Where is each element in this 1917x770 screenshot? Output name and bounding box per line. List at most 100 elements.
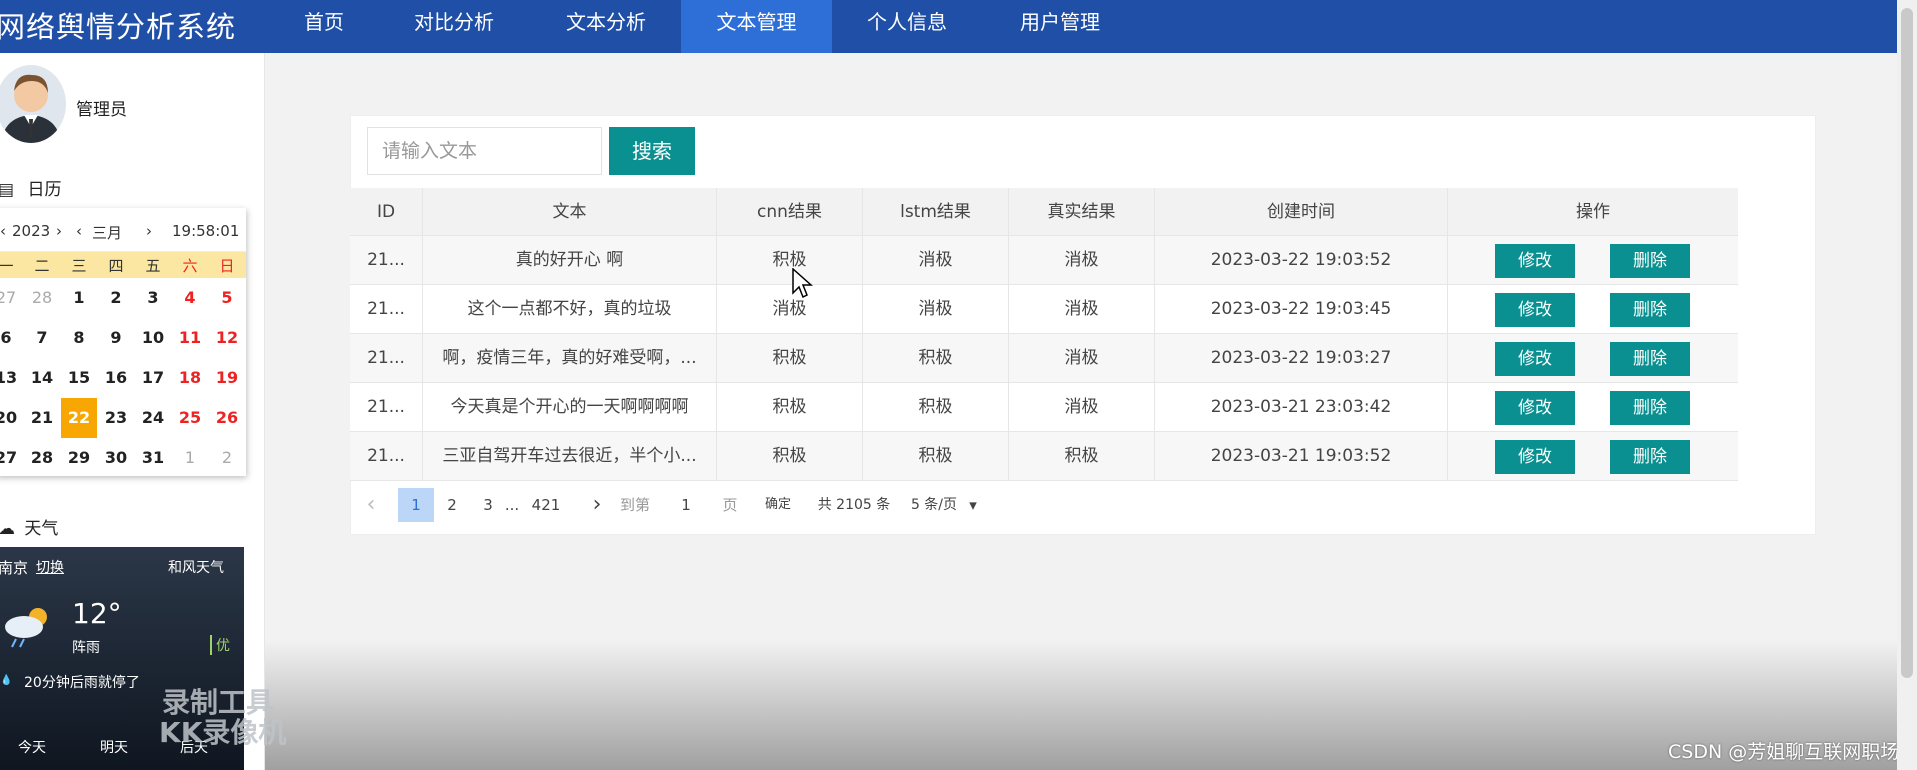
calendar-day[interactable]: 26 — [209, 408, 245, 427]
scrollbar-thumb[interactable] — [1901, 8, 1913, 678]
delete-button[interactable]: 删除 — [1610, 391, 1690, 425]
sidebar: 管理员 ▤ 日历 ‹ 2023 › ‹ 三月 › 19:58:01 一 二 三 … — [0, 53, 265, 770]
calendar-day[interactable]: 2 — [98, 288, 134, 307]
edit-button[interactable]: 修改 — [1495, 342, 1575, 376]
air-quality-badge: 优 — [210, 635, 230, 655]
edit-button[interactable]: 修改 — [1495, 244, 1575, 278]
weekday: 日 — [219, 257, 235, 275]
column-header-id[interactable]: ID — [350, 188, 423, 236]
calendar-day[interactable]: 27 — [0, 448, 24, 467]
calendar-day[interactable]: 16 — [98, 368, 134, 387]
search-input[interactable] — [367, 127, 602, 175]
calendar-day[interactable]: 18 — [172, 368, 208, 387]
cell-cnn: 积极 — [717, 236, 863, 284]
calendar-day-today[interactable]: 22 — [61, 398, 97, 438]
next-page-button[interactable]: › — [586, 488, 608, 522]
prev-year-icon[interactable]: ‹ — [0, 222, 6, 240]
watermark-line-1: 录制工具 — [162, 686, 275, 719]
calendar-day[interactable]: 27 — [0, 288, 24, 307]
next-month-icon[interactable]: › — [146, 222, 152, 240]
calendar-day[interactable]: 7 — [24, 328, 60, 347]
video-fade-overlay — [265, 640, 1897, 770]
calendar-day[interactable]: 24 — [135, 408, 171, 427]
nav-item-home[interactable]: 首页 — [290, 0, 358, 53]
calendar-day[interactable]: 6 — [0, 328, 24, 347]
nav-item-profile[interactable]: 个人信息 — [857, 0, 957, 53]
calendar-day[interactable]: 5 — [209, 288, 245, 307]
nav-item-text-analysis[interactable]: 文本分析 — [556, 0, 656, 53]
next-year-icon[interactable]: › — [56, 222, 62, 240]
calendar-day[interactable]: 28 — [24, 288, 60, 307]
cell-real: 消极 — [1009, 285, 1155, 333]
delete-button[interactable]: 删除 — [1610, 293, 1690, 327]
calendar-day[interactable]: 30 — [98, 448, 134, 467]
prev-page-button[interactable]: ‹ — [360, 488, 382, 522]
weekday: 四 — [108, 257, 124, 275]
calendar-day[interactable]: 23 — [98, 408, 134, 427]
weather-switch-link[interactable]: 切换 — [36, 557, 64, 577]
calendar-day[interactable]: 8 — [61, 328, 97, 347]
column-header-real[interactable]: 真实结果 — [1009, 188, 1155, 236]
calendar-day[interactable]: 9 — [98, 328, 134, 347]
page-scrollbar[interactable] — [1897, 0, 1917, 770]
calendar-day[interactable]: 4 — [172, 288, 208, 307]
cell-text: 这个一点都不好，真的垃圾 — [423, 285, 717, 333]
page-button-current[interactable]: 1 — [398, 488, 434, 522]
weather-provider[interactable]: 和风天气 — [168, 557, 224, 577]
column-header-cnn[interactable]: cnn结果 — [717, 188, 863, 236]
rain-cloud-icon — [0, 603, 56, 653]
calendar-day[interactable]: 10 — [135, 328, 171, 347]
cell-text: 啊，疫情三年，真的好难受啊，... — [423, 334, 717, 382]
calendar-day[interactable]: 13 — [0, 368, 24, 387]
nav-item-text-management[interactable]: 文本管理 — [681, 0, 832, 53]
calendar-day[interactable]: 19 — [209, 368, 245, 387]
calendar-day[interactable]: 17 — [135, 368, 171, 387]
calendar-day[interactable]: 11 — [172, 328, 208, 347]
calendar-month[interactable]: 三月 — [92, 222, 122, 243]
calendar-day[interactable]: 25 — [172, 408, 208, 427]
calendar-day[interactable]: 31 — [135, 448, 171, 467]
calendar-day[interactable]: 28 — [24, 448, 60, 467]
cell-lstm: 积极 — [863, 334, 1009, 382]
nav-item-user-management[interactable]: 用户管理 — [1010, 0, 1110, 53]
search-button[interactable]: 搜索 — [609, 127, 695, 175]
cell-cnn: 积极 — [717, 334, 863, 382]
calendar-day[interactable]: 14 — [24, 368, 60, 387]
cell-id: 21... — [350, 432, 423, 480]
calendar-year[interactable]: 2023 — [12, 222, 50, 240]
calendar-day[interactable]: 20 — [0, 408, 24, 427]
page-button[interactable]: 3 — [474, 488, 502, 522]
edit-button[interactable]: 修改 — [1495, 391, 1575, 425]
drop-icon: 💧 — [0, 675, 13, 686]
cell-created: 2023-03-22 19:03:27 — [1155, 334, 1448, 382]
cell-text: 三亚自驾开车过去很近，半个小... — [423, 432, 717, 480]
page-size-select[interactable]: 5 条/页 — [904, 488, 964, 522]
calendar-day[interactable]: 1 — [172, 448, 208, 467]
nav-item-comparison[interactable]: 对比分析 — [404, 0, 504, 53]
prev-month-icon[interactable]: ‹ — [76, 222, 82, 240]
calendar-day[interactable]: 15 — [61, 368, 97, 387]
weather-section-title: ☁ 天气 — [0, 514, 58, 539]
delete-button[interactable]: 删除 — [1610, 440, 1690, 474]
edit-button[interactable]: 修改 — [1495, 440, 1575, 474]
watermark-line-2: KK录像机 — [159, 716, 287, 749]
goto-confirm-button[interactable]: 确定 — [754, 488, 802, 522]
calendar-day[interactable]: 12 — [209, 328, 245, 347]
column-header-created[interactable]: 创建时间 — [1155, 188, 1448, 236]
calendar-day[interactable]: 29 — [61, 448, 97, 467]
calendar-day[interactable]: 1 — [61, 288, 97, 307]
page-button[interactable]: 2 — [438, 488, 466, 522]
page-button-last[interactable]: 421 — [526, 488, 566, 522]
weather-forecast-note: 20分钟后雨就停了 — [24, 675, 140, 691]
delete-button[interactable]: 删除 — [1610, 342, 1690, 376]
calendar-day[interactable]: 2 — [209, 448, 245, 467]
column-header-text[interactable]: 文本 — [423, 188, 717, 236]
chevron-down-icon[interactable]: ▾ — [966, 488, 980, 522]
edit-button[interactable]: 修改 — [1495, 293, 1575, 327]
calendar-day[interactable]: 3 — [135, 288, 171, 307]
goto-page-input[interactable]: 1 — [664, 488, 708, 522]
calendar-day[interactable]: 21 — [24, 408, 60, 427]
cell-id: 21... — [350, 383, 423, 431]
delete-button[interactable]: 删除 — [1610, 244, 1690, 278]
column-header-lstm[interactable]: lstm结果 — [863, 188, 1009, 236]
